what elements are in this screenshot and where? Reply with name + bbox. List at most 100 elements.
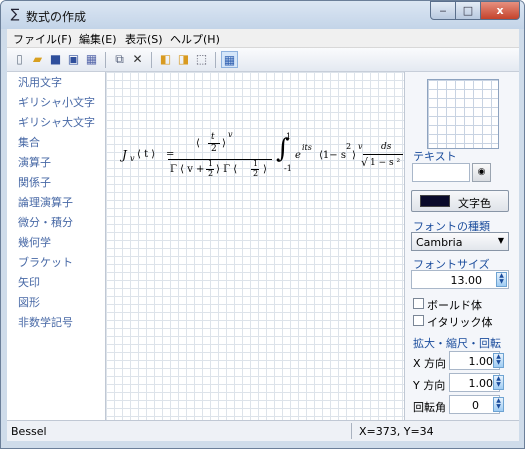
- formula-bracket-end: ⟩: [352, 150, 356, 161]
- close-button[interactable]: x: [480, 1, 520, 20]
- menu-view[interactable]: 表示(S): [125, 31, 163, 47]
- formula-lhs-sub: v: [130, 154, 135, 163]
- font-select[interactable]: Cambria ▼: [411, 232, 509, 251]
- send-backward-icon[interactable]: ◨: [175, 51, 192, 68]
- menu-bar: ファイル(F) 編集(E) 表示(S) ヘルプ(H): [7, 29, 519, 48]
- formula-num-t: t: [211, 132, 215, 142]
- formula-int-lo: -1: [284, 164, 292, 173]
- status-separator: [351, 423, 352, 439]
- copy-icon[interactable]: ⧉: [111, 51, 128, 68]
- formula-frac-den: 1 − s ²: [370, 158, 401, 168]
- chevron-down-icon: ▼: [497, 236, 504, 245]
- y-spinner-icon[interactable]: ▲ ▼: [493, 375, 504, 390]
- formula-sqrt: √: [361, 156, 369, 169]
- preview-icon[interactable]: ◉: [472, 163, 491, 182]
- formula-canvas[interactable]: J v ⟨ t ⟩ = ⟨ t 2 ⟩ v Γ ⟨ v + 1 2 ⟩ Γ ⟨ …: [106, 72, 405, 420]
- category-greek-lower[interactable]: ギリシャ小文字: [18, 94, 95, 110]
- spinner-icon[interactable]: ▲ ▼: [496, 272, 507, 287]
- color-swatch: [420, 195, 450, 207]
- rotation-spinner-icon[interactable]: ▲ ▼: [493, 397, 504, 412]
- rotation-value: 0: [472, 399, 479, 412]
- x-scale-value: 1.00: [468, 355, 494, 368]
- grid-icon[interactable]: ▦: [221, 51, 238, 68]
- menu-file[interactable]: ファイル(F): [13, 31, 72, 47]
- title-bar[interactable]: ∑ 数式の作成 ‒ □ x: [1, 1, 524, 29]
- category-arrows[interactable]: 矢印: [18, 274, 40, 290]
- select-rect-icon[interactable]: ⬚: [193, 51, 210, 68]
- category-shapes[interactable]: 図形: [18, 294, 40, 310]
- toolbar-separator: [215, 52, 216, 68]
- formula-num-2: 2: [211, 144, 217, 154]
- bold-label: ボールド体: [427, 299, 482, 312]
- delete-icon[interactable]: ✕: [129, 51, 146, 68]
- formula-bracket-pow: v: [358, 142, 363, 151]
- preview-box: [427, 79, 499, 149]
- formula-exp-base: e: [295, 150, 301, 161]
- font-size-value: 13.00: [450, 274, 483, 287]
- italic-checkbox[interactable]: [413, 315, 424, 326]
- minimize-button[interactable]: ‒: [430, 1, 456, 20]
- formula-lhs-arg: ⟨ t ⟩: [137, 149, 156, 160]
- category-relations[interactable]: 関係子: [18, 174, 51, 190]
- formula-num-paren: ⟨: [196, 138, 200, 149]
- bessel-formula[interactable]: J v ⟨ t ⟩ = ⟨ t 2 ⟩ v Γ ⟨ v + 1 2 ⟩ Γ ⟨ …: [122, 130, 403, 180]
- color-button-label: 文字色: [458, 197, 491, 210]
- category-brackets[interactable]: ブラケット: [18, 254, 73, 270]
- formula-num-sup: v: [228, 130, 233, 139]
- formula-den-half-d: 2: [208, 169, 214, 178]
- status-bar: Bessel X=373, Y=34: [7, 420, 519, 441]
- rotation-label: 回転角: [413, 401, 446, 414]
- image-icon[interactable]: ▦: [83, 51, 100, 68]
- category-general[interactable]: 汎用文字: [18, 74, 62, 90]
- font-select-value: Cambria: [416, 236, 463, 249]
- status-formula-name: Bessel: [11, 425, 47, 438]
- status-coordinates: X=373, Y=34: [359, 425, 434, 438]
- maximize-button[interactable]: □: [455, 1, 481, 20]
- category-greek-upper[interactable]: ギリシャ大文字: [18, 114, 95, 130]
- sigma-app-icon: ∑: [10, 7, 20, 22]
- formula-bracket-sup: 2: [346, 142, 352, 151]
- transform-label: 拡大・縮尺・回転: [413, 337, 501, 350]
- symbol-category-list: 汎用文字 ギリシャ小文字 ギリシャ大文字 集合 演算子 関係子 論理演算子 微分…: [7, 72, 106, 420]
- italic-label: イタリック体: [427, 316, 493, 329]
- font-size-input[interactable]: 13.00 ▲ ▼: [411, 270, 509, 289]
- menu-edit[interactable]: 編集(E): [79, 31, 117, 47]
- bold-checkbox[interactable]: [413, 298, 424, 309]
- category-sets[interactable]: 集合: [18, 134, 40, 150]
- open-folder-icon[interactable]: ▰: [29, 51, 46, 68]
- category-non-math[interactable]: 非数学記号: [18, 314, 73, 330]
- y-scale-label: Y 方向: [413, 379, 446, 392]
- save-icon[interactable]: ■: [47, 51, 64, 68]
- properties-panel: テキスト ◉ 文字色 フォントの種類 Cambria ▼ フォントサイズ 13.…: [405, 72, 519, 420]
- category-logic[interactable]: 論理演算子: [18, 194, 73, 210]
- save-as-icon[interactable]: ▣: [65, 51, 82, 68]
- formula-den-half2-n: 1: [253, 159, 259, 168]
- new-file-icon[interactable]: ▯: [11, 51, 28, 68]
- toolbar-separator: [151, 52, 152, 68]
- category-geometry[interactable]: 幾何学: [18, 234, 51, 250]
- formula-den-end: ⟩: [263, 164, 267, 175]
- formula-exp: its: [302, 143, 312, 152]
- formula-den: Γ ⟨ v +: [170, 164, 205, 175]
- x-spinner-icon[interactable]: ▲ ▼: [493, 353, 504, 368]
- formula-num-paren-r: ⟩: [222, 138, 226, 149]
- toolbar: ▯ ▰ ■ ▣ ▦ ⧉ ✕ ◧ ◨ ⬚ ▦: [7, 48, 519, 72]
- toolbar-separator: [105, 52, 106, 68]
- x-scale-label: X 方向: [413, 357, 447, 370]
- bring-forward-icon[interactable]: ◧: [157, 51, 174, 68]
- formula-lhs: J: [122, 148, 127, 162]
- window-title: 数式の作成: [26, 10, 87, 24]
- text-color-button[interactable]: 文字色: [411, 190, 509, 212]
- category-calculus[interactable]: 微分・積分: [18, 214, 73, 230]
- text-input[interactable]: [412, 163, 470, 182]
- y-scale-value: 1.00: [468, 377, 494, 390]
- formula-int-hi: 1: [286, 132, 292, 141]
- formula-bracket: ⟨1− s: [319, 150, 346, 161]
- text-label: テキスト: [413, 150, 457, 163]
- formula-den-mid: ⟩ Γ ⟨: [216, 164, 238, 175]
- formula-frac-num: ds: [381, 142, 392, 152]
- formula-frac-line: [363, 154, 403, 155]
- menu-help[interactable]: ヘルプ(H): [170, 31, 220, 47]
- category-operators[interactable]: 演算子: [18, 154, 51, 170]
- formula-den-half-n: 1: [208, 159, 214, 168]
